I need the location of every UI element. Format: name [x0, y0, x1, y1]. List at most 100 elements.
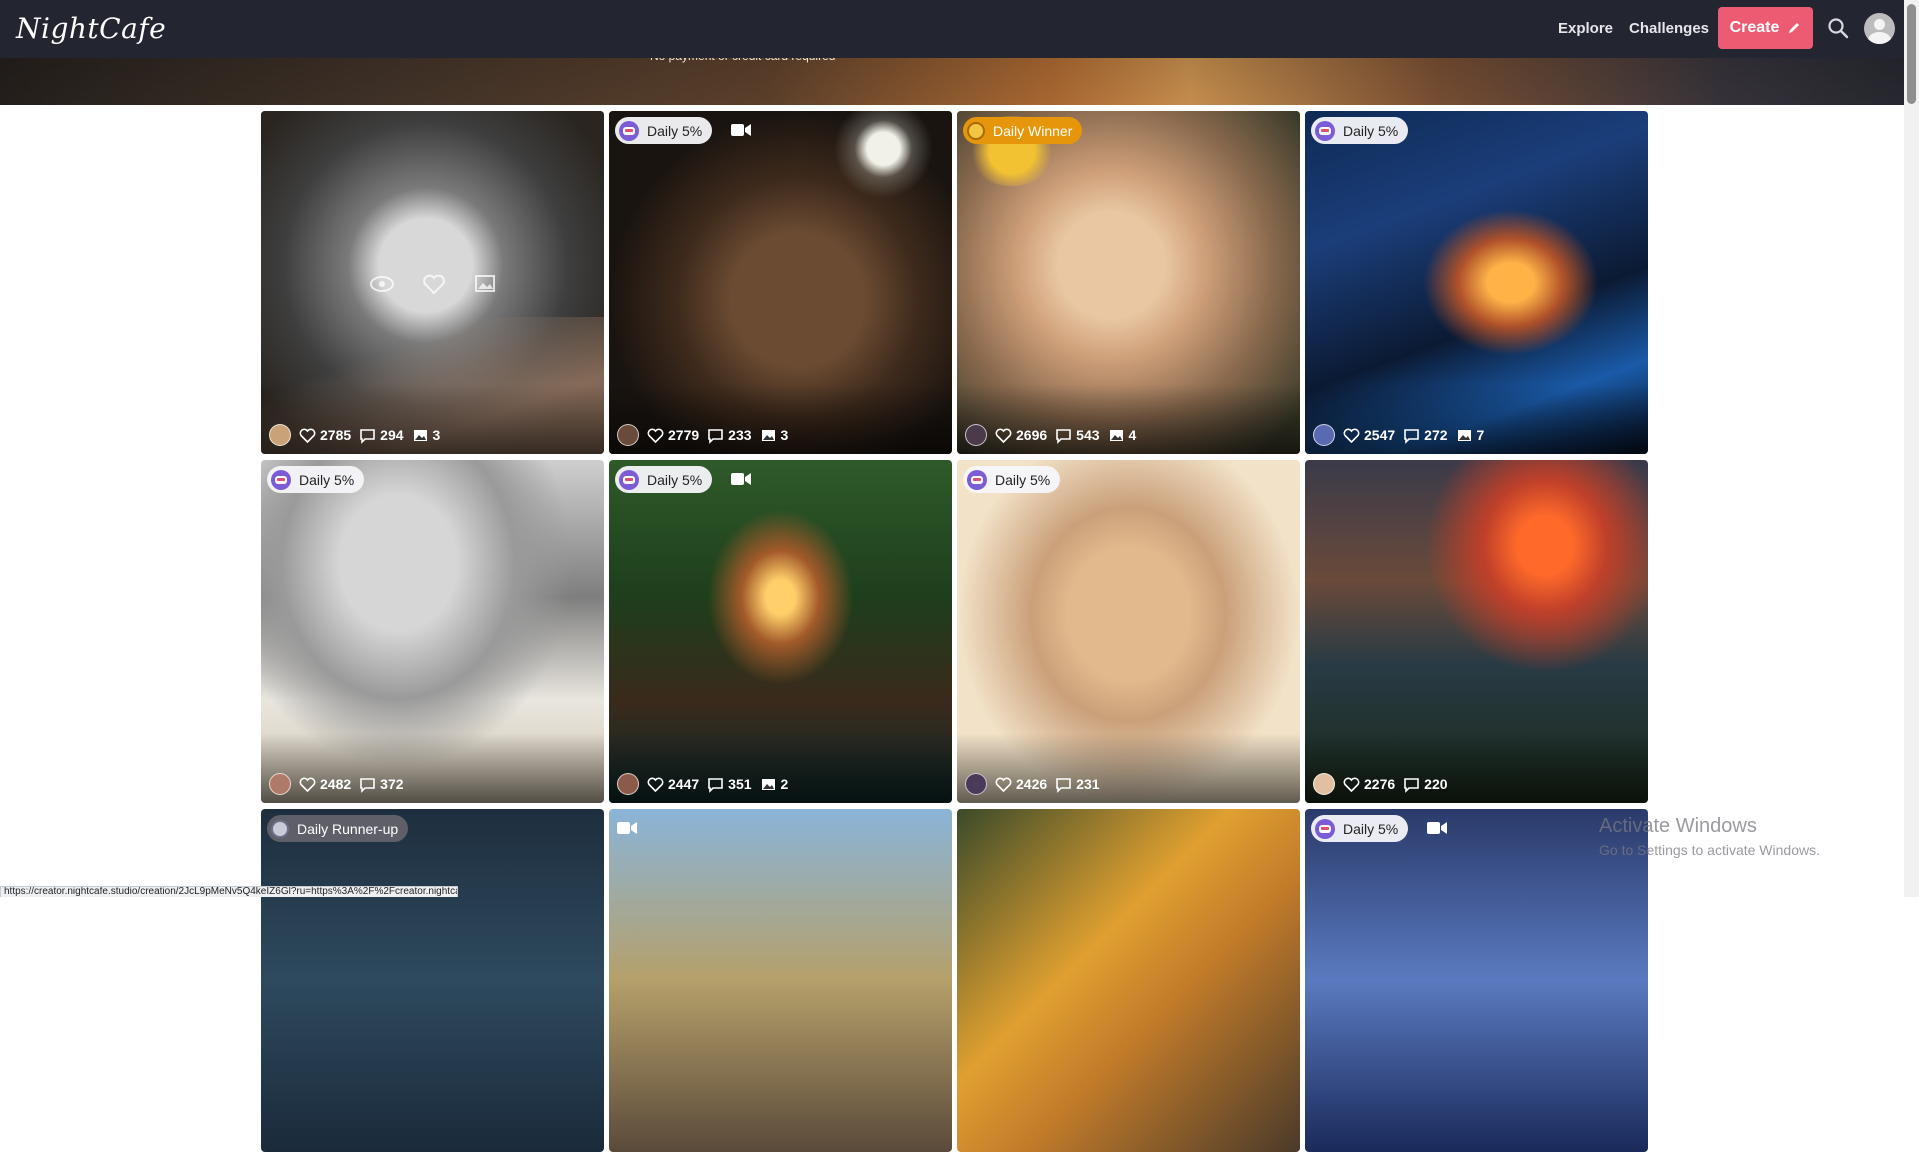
creator-avatar[interactable]	[269, 424, 291, 446]
comments-stat[interactable]: 220	[1403, 776, 1448, 793]
robot-icon	[619, 469, 639, 490]
nightcafe-logo[interactable]: NightCafe	[16, 12, 166, 45]
images-count: 2	[780, 776, 789, 792]
creation-card[interactable]: Daily Winner 2696 543 4	[957, 111, 1300, 454]
hover-actions	[369, 271, 499, 297]
comment-icon	[708, 777, 723, 793]
create-button[interactable]: Create	[1718, 7, 1813, 49]
heart-icon	[647, 428, 664, 443]
comments-stat[interactable]: 294	[359, 427, 404, 444]
creation-card[interactable]: Daily 5% 2447 351 2	[609, 460, 952, 803]
user-avatar-icon[interactable]	[1864, 13, 1895, 44]
likes-stat[interactable]: 2779	[647, 427, 699, 444]
comments-stat[interactable]: 272	[1403, 427, 1448, 444]
likes-stat[interactable]: 2696	[995, 427, 1047, 444]
likes-count: 2276	[1364, 776, 1396, 792]
card-stats: 2696 543 4	[965, 424, 1136, 446]
video-icon	[617, 822, 637, 834]
likes-stat[interactable]: 2276	[1343, 776, 1395, 793]
likes-count: 2779	[668, 427, 700, 443]
images-stat[interactable]: 3	[760, 427, 789, 444]
likes-stat[interactable]: 2785	[299, 427, 351, 444]
nav-explore[interactable]: Explore	[1558, 20, 1613, 37]
comment-icon	[1404, 428, 1419, 444]
creator-avatar[interactable]	[269, 773, 291, 795]
daily-5-badge: Daily 5%	[1311, 815, 1409, 842]
watermark-subtitle: Go to Settings to activate Windows.	[1599, 842, 1820, 858]
comments-stat[interactable]: 351	[707, 776, 752, 793]
badge-label: Daily 5%	[647, 122, 703, 139]
heart-icon	[1343, 428, 1360, 443]
comment-icon	[1404, 777, 1419, 793]
creation-card[interactable]: 2276 220	[1305, 460, 1648, 803]
creator-avatar[interactable]	[1313, 773, 1335, 795]
badge-label: Daily 5%	[299, 471, 355, 488]
silver-medal-icon	[271, 819, 289, 838]
heart-icon	[995, 777, 1012, 792]
images-stat[interactable]: 2	[760, 776, 789, 793]
creator-avatar[interactable]	[965, 773, 987, 795]
creation-card[interactable]: Daily 5% 2547 272 7	[1305, 111, 1648, 454]
badge-label: Daily 5%	[647, 471, 703, 488]
daily-5-badge: Daily 5%	[615, 466, 713, 493]
creation-image	[609, 809, 952, 1152]
creation-card[interactable]: Daily 5% 2779 233 3	[609, 111, 952, 454]
likes-stat[interactable]: 2547	[1343, 427, 1395, 444]
creator-avatar[interactable]	[617, 424, 639, 446]
likes-stat[interactable]: 2482	[299, 776, 351, 793]
likes-stat[interactable]: 2447	[647, 776, 699, 793]
robot-icon	[271, 469, 291, 490]
likes-count: 2447	[668, 776, 700, 792]
card-stats: 2547 272 7	[1313, 424, 1484, 446]
page-scrollbar[interactable]	[1904, 0, 1919, 897]
comment-icon	[360, 428, 375, 444]
creation-image	[957, 809, 1300, 1152]
badge-label: Daily 5%	[995, 471, 1051, 488]
likes-stat[interactable]: 2426	[995, 776, 1047, 793]
like-heart-icon[interactable]	[421, 271, 447, 297]
likes-count: 2547	[1364, 427, 1396, 443]
comments-stat[interactable]: 231	[1055, 776, 1100, 793]
search-icon[interactable]	[1826, 16, 1850, 40]
creation-card[interactable]: 2785 294 3	[261, 111, 604, 454]
heart-icon	[647, 777, 664, 792]
images-stat[interactable]: 3	[412, 427, 440, 444]
video-icon	[1427, 822, 1447, 834]
likes-count: 2482	[320, 776, 352, 792]
comments-stat[interactable]: 233	[707, 427, 752, 444]
creator-avatar[interactable]	[1313, 424, 1335, 446]
robot-icon	[619, 120, 639, 141]
images-stat[interactable]: 4	[1108, 427, 1136, 444]
comments-stat[interactable]: 372	[359, 776, 404, 793]
images-icon	[413, 429, 427, 441]
images-icon	[1457, 429, 1471, 441]
likes-count: 2785	[320, 427, 352, 443]
creator-avatar[interactable]	[965, 424, 987, 446]
creation-card[interactable]: Daily 5%	[1305, 809, 1648, 1152]
nav-challenges[interactable]: Challenges	[1629, 20, 1709, 37]
images-icon	[1109, 429, 1123, 441]
creation-card[interactable]: Daily Runner-up	[261, 809, 604, 1152]
creator-avatar[interactable]	[617, 773, 639, 795]
scrollbar-thumb[interactable]	[1907, 4, 1916, 104]
comments-count: 233	[728, 427, 752, 443]
gallery-icon[interactable]	[473, 271, 499, 297]
creation-image	[1305, 809, 1648, 1152]
images-stat[interactable]: 7	[1456, 427, 1484, 444]
card-stats: 2426 231	[965, 773, 1100, 795]
robot-icon	[1315, 818, 1335, 839]
comments-stat[interactable]: 543	[1055, 427, 1100, 444]
images-icon	[761, 778, 775, 790]
likes-count: 2426	[1016, 776, 1048, 792]
creation-card[interactable]	[957, 809, 1300, 1152]
comments-count: 294	[380, 427, 404, 443]
view-eye-icon[interactable]	[369, 271, 395, 297]
creation-card[interactable]	[609, 809, 952, 1152]
video-icon	[731, 124, 751, 136]
gold-medal-icon	[967, 121, 985, 140]
creation-card[interactable]: Daily 5% 2482 372	[261, 460, 604, 803]
card-stats: 2276 220	[1313, 773, 1448, 795]
daily-5-badge: Daily 5%	[615, 117, 713, 144]
creation-card[interactable]: Daily 5% 2426 231	[957, 460, 1300, 803]
images-count: 3	[780, 427, 789, 443]
